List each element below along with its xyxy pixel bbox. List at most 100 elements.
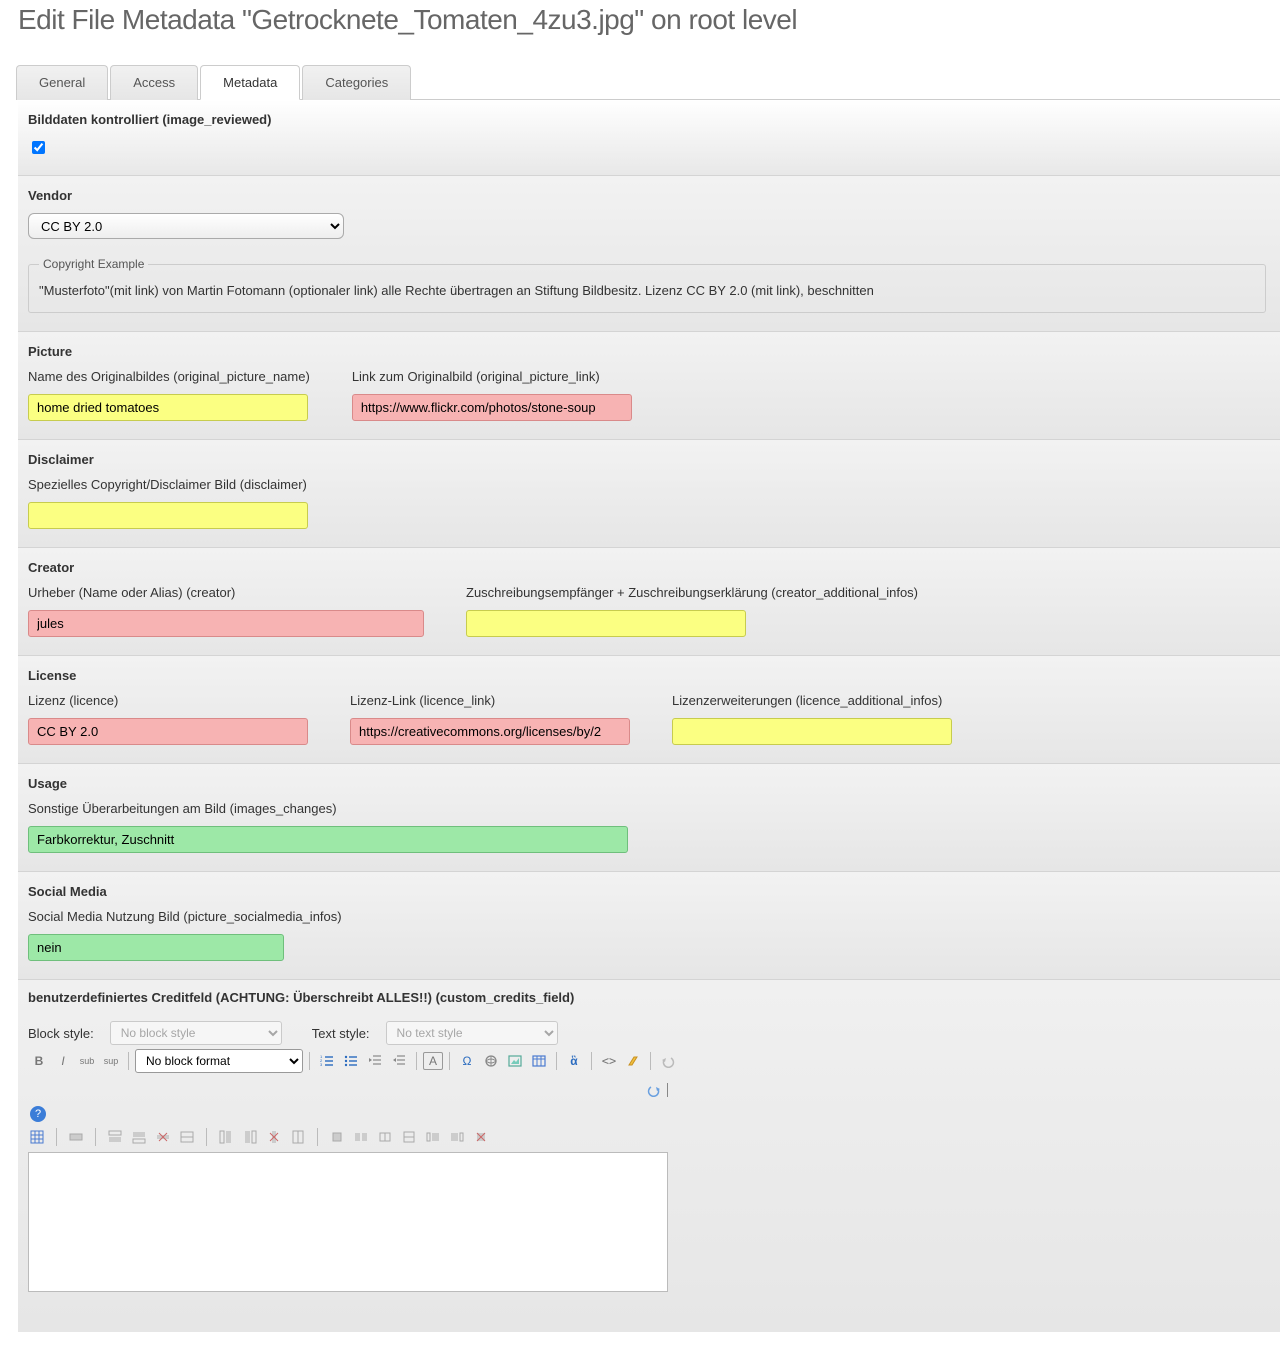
separator-icon (449, 1052, 450, 1070)
unordered-list-icon[interactable] (340, 1050, 362, 1072)
merge-cell-icon[interactable] (352, 1128, 370, 1146)
cell-before-icon[interactable] (424, 1128, 442, 1146)
section-title-usage: Usage (28, 776, 1270, 791)
rte-format-row: B I sub sup No block format 123 A (28, 1049, 1270, 1073)
cell-after-icon[interactable] (448, 1128, 466, 1146)
rte-style-row: Block style: No block style Text style: … (28, 1021, 1270, 1045)
section-title-picture: Picture (28, 344, 1270, 359)
insert-table-icon[interactable] (28, 1128, 46, 1146)
separator-icon (206, 1128, 207, 1146)
outdent-icon[interactable] (364, 1050, 386, 1072)
source-icon[interactable]: <> (598, 1050, 620, 1072)
images-changes-input[interactable] (28, 826, 628, 853)
separator-icon (416, 1052, 417, 1070)
undo-icon[interactable] (657, 1050, 679, 1072)
social-input[interactable] (28, 934, 284, 961)
image-icon[interactable] (504, 1050, 526, 1072)
images-changes-label: Sonstige Überarbeitungen am Bild (images… (28, 801, 1270, 816)
insert-col-before-icon[interactable] (217, 1128, 235, 1146)
copyright-example-text: "Musterfoto"(mit link) von Martin Fotoma… (39, 283, 1255, 298)
section-title-image-reviewed: Bilddaten kontrolliert (image_reviewed) (28, 112, 1270, 127)
split-cell-h-icon[interactable] (376, 1128, 394, 1146)
help-icon[interactable]: ? (30, 1106, 46, 1122)
original-picture-name-label: Name des Originalbildes (original_pictur… (28, 369, 310, 384)
link-icon[interactable] (480, 1050, 502, 1072)
original-picture-link-label: Link zum Originalbild (original_picture_… (352, 369, 632, 384)
separator-icon (650, 1052, 651, 1070)
split-col-icon[interactable] (289, 1128, 307, 1146)
section-title-vendor: Vendor (28, 188, 1270, 203)
licence-link-input[interactable] (350, 718, 630, 745)
tab-metadata[interactable]: Metadata (200, 65, 300, 100)
licence-link-label: Lizenz-Link (licence_link) (350, 693, 630, 708)
delete-row-icon[interactable] (154, 1128, 172, 1146)
tab-categories[interactable]: Categories (302, 65, 411, 100)
section-title-creator: Creator (28, 560, 1270, 575)
section-social: Social Media Social Media Nutzung Bild (… (18, 872, 1280, 980)
tab-general[interactable]: General (16, 65, 108, 100)
tab-access[interactable]: Access (110, 65, 198, 100)
separator-icon (317, 1128, 318, 1146)
section-title-credits: benutzerdefiniertes Creditfeld (ACHTUNG:… (28, 990, 1270, 1005)
separator-icon (309, 1052, 310, 1070)
separator-icon (591, 1052, 592, 1070)
section-title-license: License (28, 668, 1270, 683)
section-license: License Lizenz (licence) Lizenz-Link (li… (18, 656, 1280, 764)
section-credits: benutzerdefiniertes Creditfeld (ACHTUNG:… (18, 980, 1280, 1332)
original-picture-name-input[interactable] (28, 394, 308, 421)
licence-additional-input[interactable] (672, 718, 952, 745)
rte-table-row (28, 1128, 1270, 1146)
superscript-icon[interactable]: sup (100, 1050, 122, 1072)
text-style-select[interactable]: No text style (386, 1021, 558, 1045)
section-image-reviewed: Bilddaten kontrolliert (image_reviewed) (18, 100, 1280, 176)
find-replace-icon[interactable]: ἃ (563, 1050, 585, 1072)
block-style-label: Block style: (28, 1026, 94, 1041)
image-reviewed-checkbox[interactable] (32, 141, 45, 154)
disclaimer-input[interactable] (28, 502, 308, 529)
svg-text:3: 3 (320, 1062, 323, 1067)
section-vendor: Vendor CC BY 2.0 Copyright Example "Must… (18, 176, 1280, 332)
creator-additional-label: Zuschreibungsempfänger + Zuschreibungser… (466, 585, 918, 600)
separator-icon (95, 1128, 96, 1146)
special-char-icon[interactable]: Ω (456, 1050, 478, 1072)
subscript-icon[interactable]: sub (76, 1050, 98, 1072)
redo-icon[interactable] (647, 1083, 661, 1100)
insert-row-after-icon[interactable] (130, 1128, 148, 1146)
original-picture-link-input[interactable] (352, 394, 632, 421)
row-props-icon[interactable] (67, 1128, 85, 1146)
block-style-select[interactable]: No block style (110, 1021, 282, 1045)
block-format-select[interactable]: No block format (135, 1049, 303, 1073)
metadata-panel: Bilddaten kontrolliert (image_reviewed) … (18, 100, 1280, 1332)
insert-row-before-icon[interactable] (106, 1128, 124, 1146)
insert-col-after-icon[interactable] (241, 1128, 259, 1146)
delete-cell-icon[interactable] (472, 1128, 490, 1146)
textbox-icon[interactable]: A (423, 1052, 443, 1070)
section-picture: Picture Name des Originalbildes (origina… (18, 332, 1280, 440)
separator-icon (556, 1052, 557, 1070)
indent-icon[interactable] (388, 1050, 410, 1072)
italic-icon[interactable]: I (52, 1050, 74, 1072)
creator-input[interactable] (28, 610, 424, 637)
split-cell-v-icon[interactable] (400, 1128, 418, 1146)
creator-additional-input[interactable] (466, 610, 746, 637)
cursor-icon (667, 1083, 668, 1097)
ordered-list-icon[interactable]: 123 (316, 1050, 338, 1072)
cell-props-icon[interactable] (328, 1128, 346, 1146)
clear-format-icon[interactable] (622, 1050, 644, 1072)
licence-input[interactable] (28, 718, 308, 745)
delete-col-icon[interactable] (265, 1128, 283, 1146)
section-title-social: Social Media (28, 884, 1270, 899)
bold-icon[interactable]: B (28, 1050, 50, 1072)
disclaimer-label: Spezielles Copyright/Disclaimer Bild (di… (28, 477, 1270, 492)
separator-icon (56, 1128, 57, 1146)
section-title-disclaimer: Disclaimer (28, 452, 1270, 467)
section-usage: Usage Sonstige Überarbeitungen am Bild (… (18, 764, 1280, 872)
tabs: General Access Metadata Categories (16, 64, 1280, 100)
split-row-icon[interactable] (178, 1128, 196, 1146)
credits-editor[interactable] (28, 1152, 668, 1292)
table-icon[interactable] (528, 1050, 550, 1072)
vendor-select[interactable]: CC BY 2.0 (28, 213, 344, 239)
text-style-label: Text style: (312, 1026, 370, 1041)
social-label: Social Media Nutzung Bild (picture_socia… (28, 909, 1270, 924)
licence-additional-label: Lizenzerweiterungen (licence_additional_… (672, 693, 952, 708)
